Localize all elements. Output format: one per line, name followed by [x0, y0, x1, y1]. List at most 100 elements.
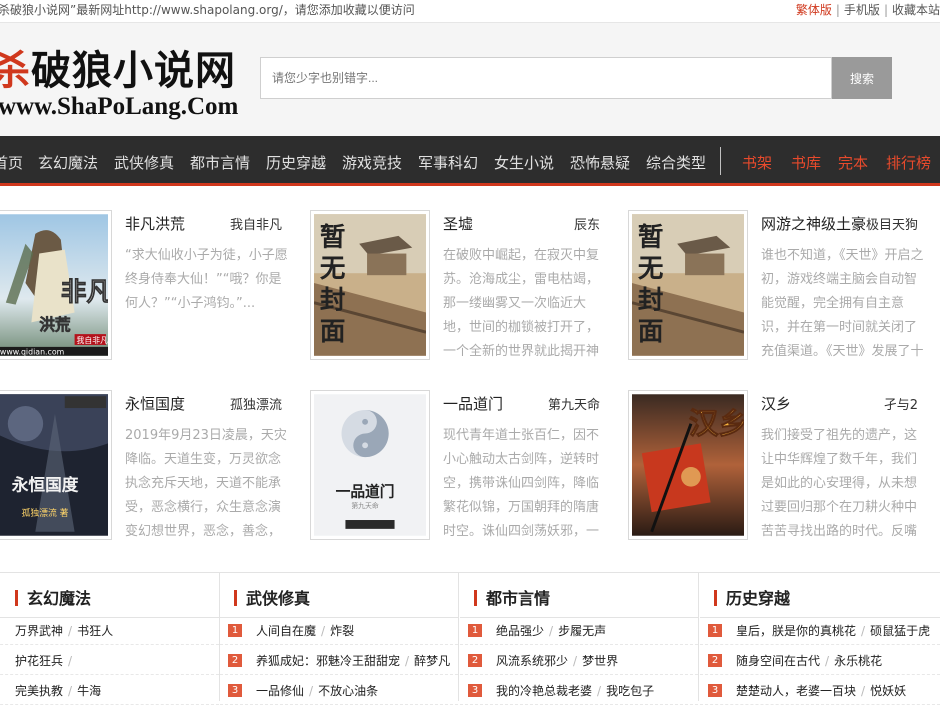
slash-separator: /	[861, 624, 866, 638]
book-card: 暂 无 封 面 网游之神级土豪 极目天狗 谁也不知道，《天世》开启之初，游戏终端…	[628, 210, 928, 380]
nav-item-kongbu[interactable]: 恐怖悬疑	[570, 152, 630, 173]
book-link[interactable]: 绝品强少	[496, 624, 544, 638]
book-card: 非凡 洪荒 我自非凡 www.qidian.com 非凡洪荒 我自非凡 “求大仙…	[0, 210, 292, 380]
panel-title: 都市言情	[474, 585, 550, 609]
panel-title: 历史穿越	[714, 585, 790, 609]
rank-badge: 2	[468, 654, 482, 667]
cover-author: 孤独漂流 著	[22, 507, 69, 519]
book-author: 极目天狗	[865, 218, 918, 233]
search-button[interactable]: 搜索	[832, 57, 892, 99]
bookmark-site-link[interactable]: 收藏本站	[892, 3, 940, 17]
cover-image-yipin: 一品道门 第九天命	[314, 394, 426, 536]
author-link[interactable]: 炸裂	[330, 624, 354, 638]
slash-separator: /	[309, 684, 314, 698]
book-description: 现代青年道士张百仁，因不小心触动太古剑阵，逆转时空，携带诛仙四剑阵，降临繁花似锦…	[443, 428, 600, 539]
author-link[interactable]: 醉梦凡	[414, 654, 450, 668]
book-title[interactable]: 网游之神级土豪	[761, 213, 866, 234]
author-link[interactable]: 步履无声	[558, 624, 606, 638]
book-cover[interactable]: 非凡 洪荒 我自非凡 www.qidian.com	[0, 210, 112, 360]
author-link[interactable]: 书狂人	[77, 624, 113, 638]
cover-title: 一品道门	[336, 482, 395, 500]
book-link[interactable]: 皇后，朕是你的真桃花	[736, 624, 856, 638]
author-link[interactable]: 不放心油条	[318, 684, 378, 698]
list-item: 2 随身空间在古代 / 永乐桃花	[700, 645, 940, 675]
book-cover[interactable]: 暂 无 封 面	[628, 210, 748, 360]
book-link[interactable]: 楚楚动人，老婆一百块	[736, 684, 856, 698]
slash-separator: /	[68, 684, 73, 698]
book-link[interactable]: 人间自在魔	[256, 624, 316, 638]
book-cover[interactable]: 暂 无 封 面	[310, 210, 430, 360]
book-description: 在破败中崛起，在寂灭中复苏。沧海成尘，雷电枯竭，那一缕幽雾又一次临近大地，世间的…	[443, 248, 600, 359]
author-link[interactable]: 硕鼠猛于虎	[870, 624, 930, 638]
list-item: 2 养狐成妃：邪魅冷王甜甜宠 / 醉梦凡	[220, 645, 458, 675]
book-link[interactable]: 风流系统邪少	[496, 654, 568, 668]
nav-item-zonghe[interactable]: 综合类型	[646, 152, 706, 173]
list-item-text: 楚楚动人，老婆一百块 / 悦妖妖	[736, 682, 906, 699]
site-notice: 杀破狼小说网”最新网址http://www.shapolang.org/，请您添…	[0, 3, 415, 17]
search-form: 搜索	[260, 57, 892, 99]
book-link[interactable]: 我的冷艳总裁老婆	[496, 684, 592, 698]
book-link[interactable]: 护花狂兵	[15, 654, 63, 668]
book-title[interactable]: 永恒国度	[125, 393, 185, 414]
author-link[interactable]: 永乐桃花	[834, 654, 882, 668]
list-item-text: 完美执教 / 牛海	[15, 682, 101, 699]
book-cover[interactable]: 汉乡	[628, 390, 748, 540]
rank-badge: 3	[708, 684, 722, 697]
mobile-version-link[interactable]: 手机版	[844, 3, 880, 17]
nav-item-youxi[interactable]: 游戏竞技	[342, 152, 402, 173]
nav-ranking[interactable]: 排行榜	[886, 152, 931, 173]
category-panels: 玄幻魔法 万界武神 / 书狂人 护花狂兵 / 完美执教 / 牛海 武侠修真 1 人间自在魔…	[0, 572, 940, 705]
book-title[interactable]: 一品道门	[443, 393, 503, 414]
panel-title: 武侠修真	[234, 585, 310, 609]
author-link[interactable]: 梦世界	[582, 654, 618, 668]
author-link[interactable]: 我吃包子	[606, 684, 654, 698]
book-title[interactable]: 非凡洪荒	[125, 213, 185, 234]
nav-item-wuxia[interactable]: 武侠修真	[114, 152, 174, 173]
nav-item-xuanhuan[interactable]: 玄幻魔法	[38, 152, 98, 173]
author-link[interactable]: 牛海	[77, 684, 101, 698]
book-link[interactable]: 养狐成妃：邪魅冷王甜甜宠	[256, 654, 400, 668]
book-author: 我自非凡	[229, 218, 282, 233]
list-item: 完美执教 / 牛海	[0, 675, 219, 705]
nav-library[interactable]: 书库	[791, 152, 821, 173]
book-description: 2019年9月23日凌晨，天灾降临。天道生变，万灵欲念执念充斥天地，天道不能承受…	[125, 428, 287, 539]
list-item: 1 人间自在魔 / 炸裂	[220, 615, 458, 645]
panel-title: 玄幻魔法	[15, 585, 91, 609]
cover-image-placeholder: 暂 无 封 面	[632, 214, 744, 356]
title-accent-bar	[15, 590, 18, 606]
nav-bookshelf[interactable]: 书架	[742, 152, 772, 173]
slash-separator: /	[573, 654, 578, 668]
book-title[interactable]: 圣墟	[443, 213, 473, 234]
cover-char-1: 暂	[638, 223, 664, 253]
nav-item-nvsheng[interactable]: 女生小说	[494, 152, 554, 173]
rank-badge: 1	[468, 624, 482, 637]
book-link[interactable]: 万界武神	[15, 624, 63, 638]
main-nav: 首页 玄幻魔法 武侠修真 都市言情 历史穿越 游戏竞技 军事科幻 女生小说 恐怖…	[0, 136, 940, 186]
cover-char-3: 封	[638, 286, 664, 316]
slash-separator: /	[405, 654, 410, 668]
list-item: 1 绝品强少 / 步履无声	[460, 615, 698, 645]
nav-item-home[interactable]: 首页	[0, 152, 23, 173]
category-panel-wuxia: 武侠修真 1 人间自在魔 / 炸裂 2 养狐成妃：邪魅冷王甜甜宠 / 醉梦凡 3 一品修…	[220, 573, 459, 705]
list-item-text: 一品修仙 / 不放心油条	[256, 682, 378, 699]
list-item-text: 养狐成妃：邪魅冷王甜甜宠 / 醉梦凡	[256, 652, 450, 669]
nav-item-dushi[interactable]: 都市言情	[190, 152, 250, 173]
nav-completed[interactable]: 完本	[838, 152, 868, 173]
nav-item-lishi[interactable]: 历史穿越	[266, 152, 326, 173]
cover-site: www.qidian.com	[0, 347, 64, 356]
book-link[interactable]: 一品修仙	[256, 684, 304, 698]
book-title[interactable]: 汉乡	[761, 393, 791, 414]
search-input[interactable]	[260, 57, 832, 99]
traditional-chinese-link[interactable]: 繁体版	[796, 3, 832, 17]
book-cover[interactable]: 永恒国度 孤独漂流 著	[0, 390, 112, 540]
nav-item-junshi[interactable]: 军事科幻	[418, 152, 478, 173]
book-cover[interactable]: 一品道门 第九天命	[310, 390, 430, 540]
book-link[interactable]: 完美执教	[15, 684, 63, 698]
author-link[interactable]: 悦妖妖	[870, 684, 906, 698]
site-logo[interactable]: 杀破狼小说网 www.ShaPoLang.Com	[0, 49, 238, 121]
panel-title-text: 都市言情	[486, 589, 551, 608]
cover-title-2: 洪荒	[39, 315, 71, 334]
cover-image-placeholder: 暂 无 封 面	[314, 214, 426, 356]
book-link[interactable]: 随身空间在古代	[736, 654, 820, 668]
nav-divider	[720, 147, 721, 175]
